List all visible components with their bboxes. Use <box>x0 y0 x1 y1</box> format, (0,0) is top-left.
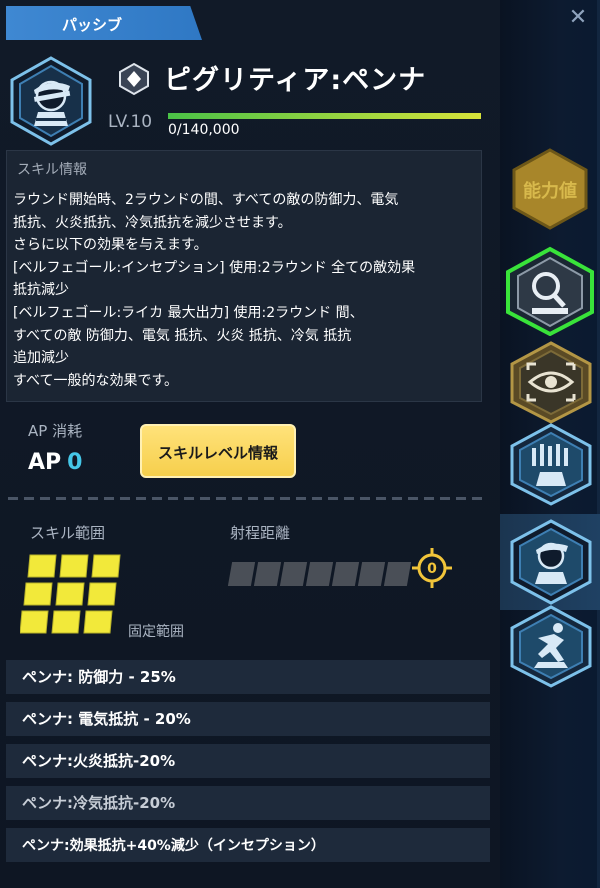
effect-row: ペンナ:火炎抵抗-20% <box>6 744 490 778</box>
stats-button[interactable]: 能力値 <box>508 146 592 234</box>
squad-icon[interactable] <box>508 422 594 510</box>
range-distance-label: 射程距離 <box>230 524 291 542</box>
skill-info-line: 抵抗、火炎抵抗、冷気抵抗を減少させます。 <box>13 214 292 231</box>
close-icon[interactable]: ✕ <box>564 4 592 32</box>
skill-range-label: スキル範囲 <box>30 524 106 542</box>
tab-passive[interactable]: パッシブ <box>6 6 202 40</box>
fixed-range-label: 固定範囲 <box>128 624 184 640</box>
agent-visor-icon <box>8 56 94 146</box>
distance-cell <box>331 562 360 586</box>
ap-prefix: AP <box>28 450 62 475</box>
exp-text: 0/140,000 <box>168 122 240 138</box>
skill-level: LV.10 <box>108 112 153 132</box>
exp-progress-bar <box>168 113 481 119</box>
skill-info-box: スキル情報 ラウンド開始時、2ラウンドの間、すべての敵の防御力、電気 抵抗、火炎… <box>6 150 482 402</box>
skill-info-line: [ベルフェゴール:インセプション] 使用:2ラウンド 全ての敵効果 <box>13 259 416 276</box>
skill-name: ピグリティア:ペンナ <box>164 65 427 96</box>
skill-info-line: 抵抗減少 <box>13 282 69 299</box>
diamond-badge-icon <box>117 62 151 96</box>
distance-cell <box>227 562 256 586</box>
skill-info-line: [ベルフェゴール:ライカ 最大出力] 使用:2ラウンド 間、 <box>13 304 364 321</box>
eye-icon[interactable] <box>508 340 594 428</box>
distance-cell <box>383 562 412 586</box>
distance-cell <box>357 562 386 586</box>
skill-info-line: さらに以下の効果を与えます。 <box>13 237 208 254</box>
runner-icon[interactable] <box>508 604 594 692</box>
divider <box>8 497 486 500</box>
ap-cost-label: AP 消耗 <box>28 422 83 440</box>
tab-passive-label: パッシブ <box>62 16 123 34</box>
effect-row: ペンナ:効果抵抗+40%減少（インセプション） <box>6 828 490 862</box>
skill-range-grid <box>19 553 130 647</box>
skill-info-line: すべて一般的な効果です。 <box>13 372 179 389</box>
magnifier-icon[interactable] <box>502 246 598 340</box>
effect-row: ペンナ: 防御力 - 25% <box>6 660 490 694</box>
skill-level-info-button[interactable]: スキルレベル情報 <box>140 424 296 478</box>
agent-visor-icon[interactable] <box>508 518 594 610</box>
ap-number: 0 <box>67 450 83 475</box>
skill-info-line: すべての敵 防御力、電気 抵抗、火炎 抵抗、冷気 抵抗 <box>13 327 352 344</box>
distance-cell <box>253 562 282 586</box>
exp-progress-fill <box>168 113 481 119</box>
crosshair-icon: 0 <box>412 548 452 588</box>
effect-row: ペンナ:冷気抵抗-20% <box>6 786 490 820</box>
stats-button-label: 能力値 <box>523 180 577 202</box>
range-distance-value: 0 <box>427 561 437 577</box>
distance-cell <box>279 562 308 586</box>
skill-info-title: スキル情報 <box>17 162 87 178</box>
effect-row: ペンナ: 電気抵抗 - 20% <box>6 702 490 736</box>
sidebar-item-selected[interactable] <box>500 514 600 610</box>
skill-info-body: ラウンド開始時、2ラウンドの間、すべての敵の防御力、電気 抵抗、火炎抵抗、冷気抵… <box>13 189 479 392</box>
distance-cell <box>305 562 334 586</box>
skill-info-line: 追加減少 <box>13 350 69 367</box>
ap-cost-value: AP 0 <box>28 450 82 475</box>
skill-info-line: ラウンド開始時、2ラウンドの間、すべての敵の防御力、電気 <box>13 192 399 208</box>
